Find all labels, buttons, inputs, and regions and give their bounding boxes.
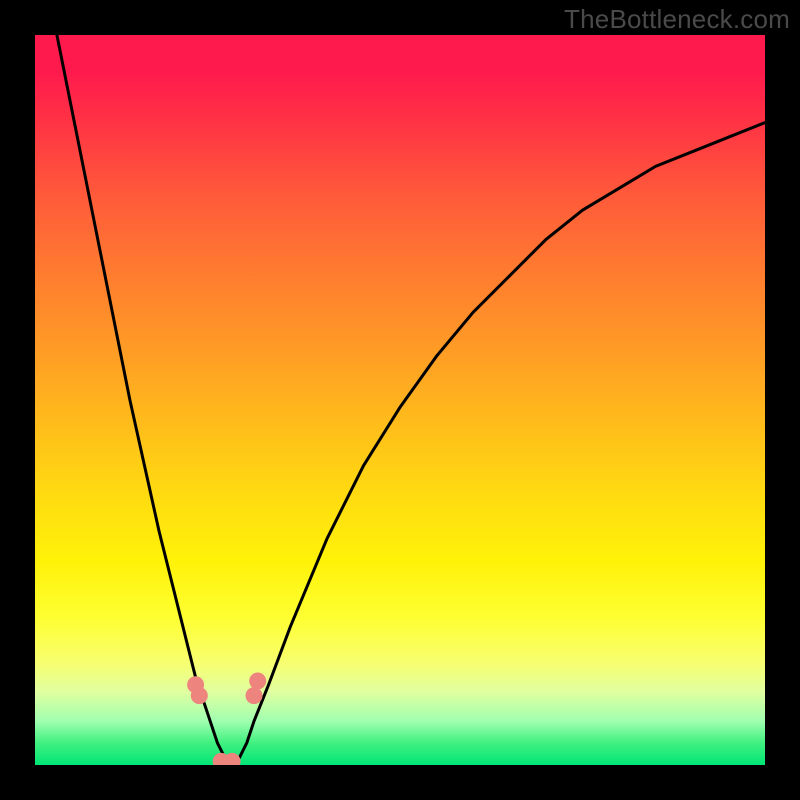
chart-svg — [35, 35, 765, 765]
outer-frame: TheBottleneck.com — [0, 0, 800, 800]
bottleneck-curve — [57, 35, 765, 765]
data-point-marker — [246, 687, 263, 704]
data-point-marker — [191, 687, 208, 704]
plot-area — [35, 35, 765, 765]
curve-path — [57, 35, 765, 765]
watermark-text: TheBottleneck.com — [564, 4, 790, 35]
data-point-marker — [249, 673, 266, 690]
